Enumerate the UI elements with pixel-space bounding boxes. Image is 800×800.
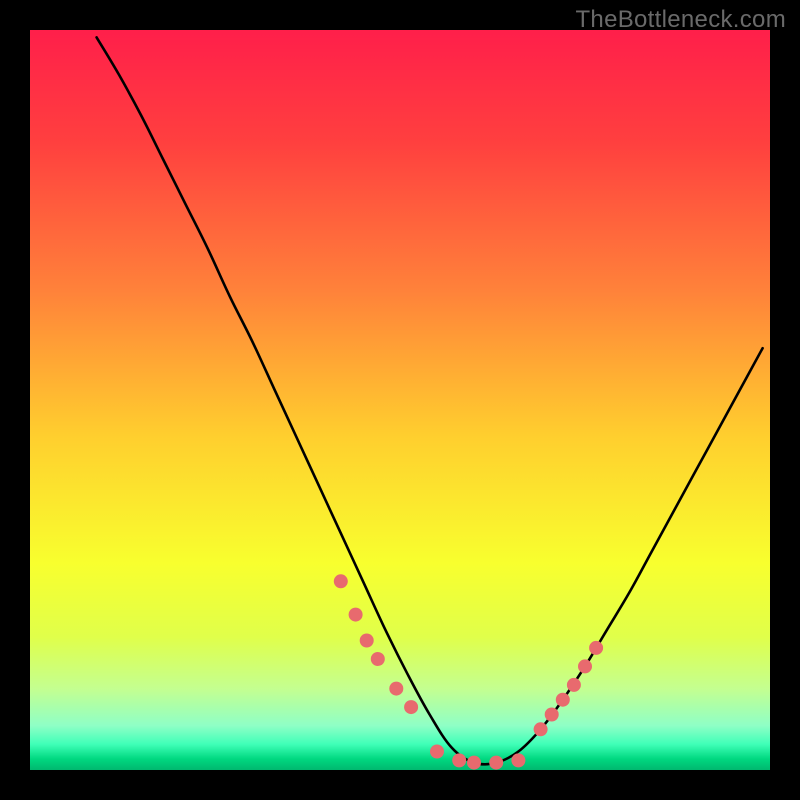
marker-dot — [556, 693, 570, 707]
marker-dot — [567, 678, 581, 692]
marker-dot — [578, 659, 592, 673]
bottleneck-chart — [30, 30, 770, 770]
marker-dot — [511, 753, 525, 767]
marker-dot — [489, 756, 503, 770]
marker-dot — [360, 634, 374, 648]
marker-dot — [467, 756, 481, 770]
watermark-text: TheBottleneck.com — [575, 6, 786, 34]
marker-dot — [545, 708, 559, 722]
chart-frame — [30, 30, 770, 770]
marker-dot — [452, 753, 466, 767]
marker-dot — [371, 652, 385, 666]
marker-dot — [349, 608, 363, 622]
marker-dot — [404, 700, 418, 714]
marker-dot — [389, 682, 403, 696]
marker-dot — [334, 574, 348, 588]
marker-dot — [430, 745, 444, 759]
marker-dot — [534, 722, 548, 736]
marker-dot — [589, 641, 603, 655]
